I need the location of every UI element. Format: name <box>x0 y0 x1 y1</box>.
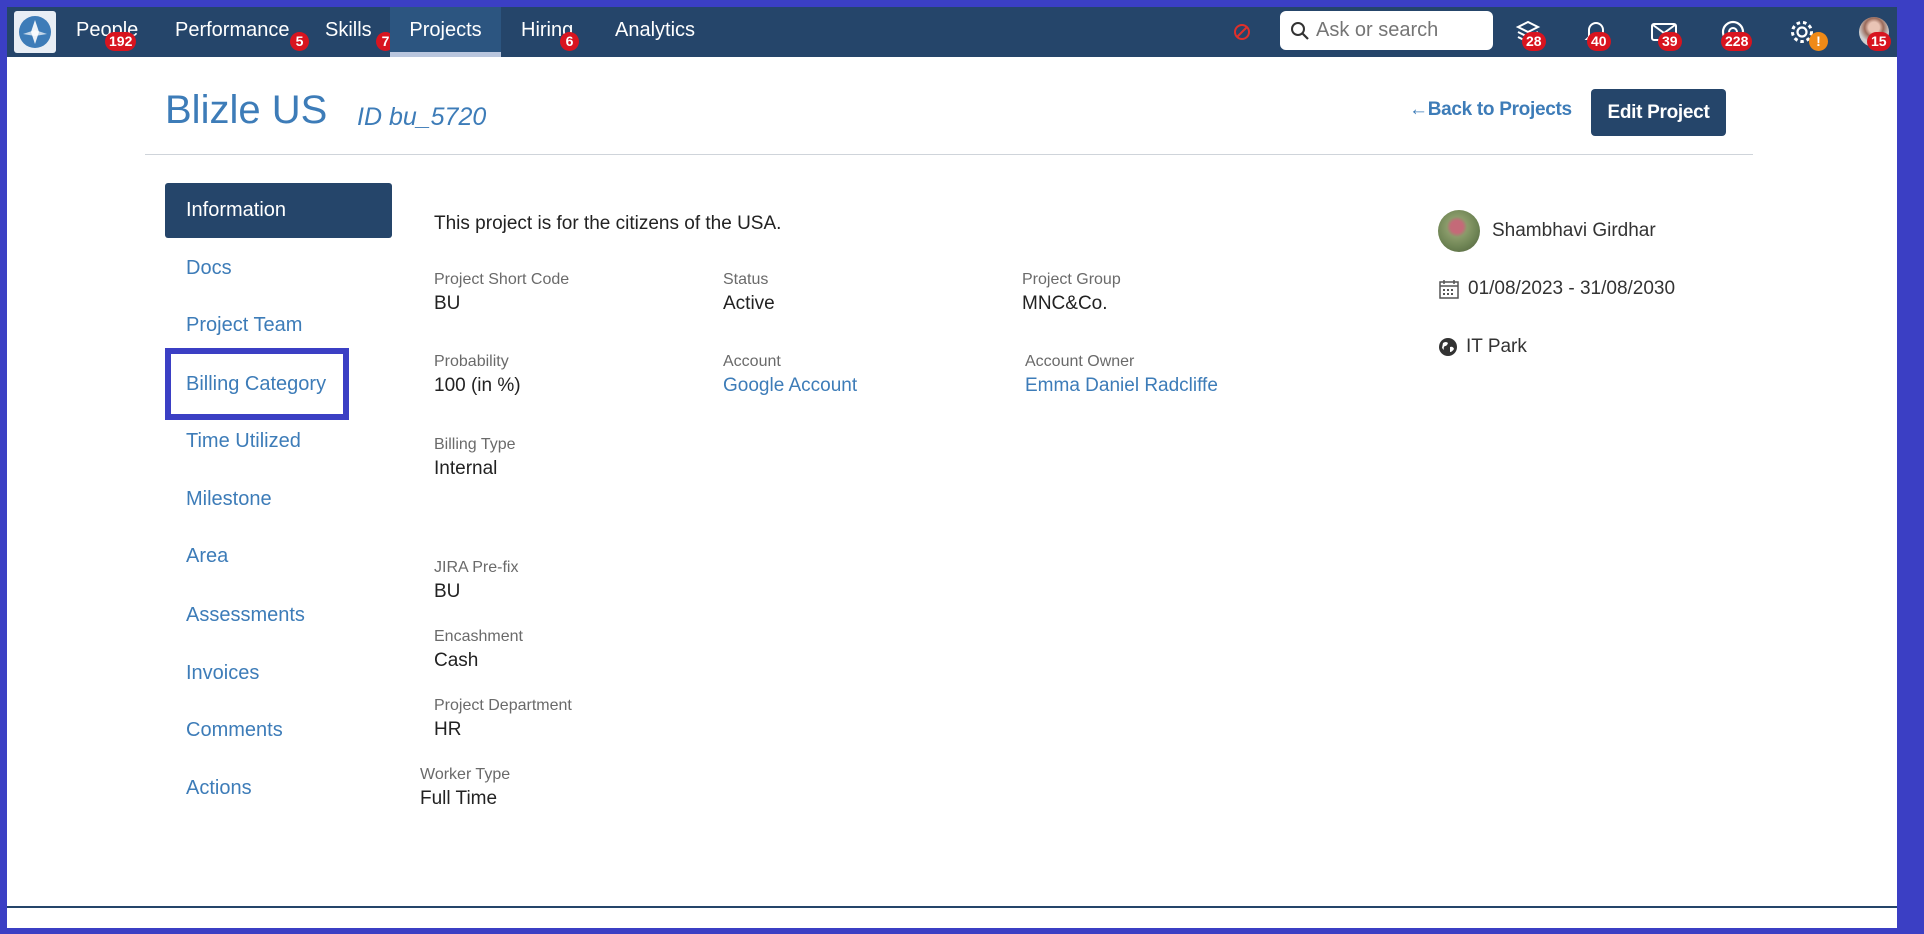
field-label: Encashment <box>434 628 523 645</box>
nav-analytics-label: Analytics <box>615 19 696 41</box>
globe-icon <box>1439 338 1457 356</box>
field-label: Worker Type <box>420 766 511 783</box>
back-to-projects-link[interactable]: ←Back to Projects <box>1409 99 1572 121</box>
bell-badge: 40 <box>1587 32 1611 51</box>
field-label: Status <box>723 271 769 288</box>
app-logo[interactable] <box>14 11 56 53</box>
top-navbar: People 192 Performance 5 Skills 7 Projec… <box>7 7 1897 57</box>
edit-project-button[interactable]: Edit Project <box>1591 89 1726 136</box>
field-label: Project Group <box>1022 271 1121 288</box>
nav-skills-label: Skills <box>325 19 372 41</box>
footer-divider <box>7 906 1897 908</box>
date-range: 01/08/2023 - 31/08/2030 <box>1468 278 1676 299</box>
field-billing-type: Billing Type Internal <box>434 436 516 480</box>
sidebar-item-actions[interactable]: Actions <box>165 761 252 816</box>
search-box[interactable] <box>1280 11 1493 50</box>
account-link[interactable]: Google Account <box>723 375 857 397</box>
sidebar-item-assessments[interactable]: Assessments <box>165 588 305 643</box>
mail-badge: 39 <box>1658 32 1682 51</box>
project-description: This project is for the citizens of the … <box>434 213 782 234</box>
field-encashment: Encashment Cash <box>434 628 523 672</box>
back-link-label: Back to Projects <box>1427 99 1572 120</box>
field-value: Cash <box>434 650 479 671</box>
sidebar-item-docs[interactable]: Docs <box>165 241 232 296</box>
nav-projects-label: Projects <box>409 19 482 41</box>
calendar-icon <box>1439 280 1459 299</box>
field-value: BU <box>434 581 461 602</box>
field-account-owner: Account Owner Emma Daniel Radcliffe <box>1025 353 1218 397</box>
search-input[interactable] <box>1316 19 1486 42</box>
field-label: Project Short Code <box>434 271 570 288</box>
nav-skills[interactable]: Skills <box>325 7 372 57</box>
sidebar-item-milestone[interactable]: Milestone <box>165 472 272 527</box>
field-department: Project Department HR <box>434 697 572 741</box>
field-value: Full Time <box>420 788 498 809</box>
search-icon <box>1291 21 1309 40</box>
nav-people-badge: 192 <box>105 32 137 51</box>
field-label: Project Department <box>434 697 572 714</box>
profile-badge: 15 <box>1867 32 1891 51</box>
nav-analytics[interactable]: Analytics <box>615 7 695 57</box>
back-arrow-icon: ← <box>1409 99 1428 120</box>
nav-projects[interactable]: Projects <box>390 7 501 57</box>
sidebar-item-invoices[interactable]: Invoices <box>165 646 259 701</box>
field-account: Account Google Account <box>723 353 857 397</box>
project-manager: Shambhavi Girdhar <box>1438 210 1656 252</box>
sidebar-item-billing-category[interactable]: Billing Category <box>165 348 349 420</box>
location-name: IT Park <box>1466 336 1527 357</box>
project-location: IT Park <box>1438 336 1527 358</box>
sidebar-item-comments[interactable]: Comments <box>165 703 283 758</box>
account-owner-link[interactable]: Emma Daniel Radcliffe <box>1025 375 1218 397</box>
nav-performance-label: Performance <box>175 19 290 41</box>
field-value: HR <box>434 719 462 740</box>
project-id: ID bu_5720 <box>357 103 487 131</box>
field-short-code: Project Short Code BU <box>434 271 569 315</box>
no-entry-icon[interactable] <box>1225 15 1259 49</box>
support-badge: 228 <box>1721 32 1753 51</box>
header-divider <box>145 154 1753 155</box>
field-label: JIRA Pre-fix <box>434 559 519 576</box>
field-value: Internal <box>434 458 498 479</box>
field-label: Billing Type <box>434 436 516 453</box>
sidebar-item-project-team[interactable]: Project Team <box>165 298 302 353</box>
sidebar-item-area[interactable]: Area <box>165 529 228 584</box>
manager-avatar <box>1438 210 1480 252</box>
page-title: Blizle US <box>165 88 328 132</box>
stack-badge: 28 <box>1522 32 1546 51</box>
field-value: 100 (in %) <box>434 375 521 396</box>
field-label: Account Owner <box>1025 353 1135 370</box>
sidebar-item-time-utilized[interactable]: Time Utilized <box>165 414 301 469</box>
field-worker-type: Worker Type Full Time <box>420 766 510 810</box>
field-project-group: Project Group MNC&Co. <box>1022 271 1121 315</box>
nav-performance[interactable]: Performance <box>175 7 290 57</box>
gear-badge: ! <box>1809 32 1828 51</box>
project-dates: 01/08/2023 - 31/08/2030 <box>1438 278 1675 300</box>
nav-hiring-badge: 6 <box>560 32 579 51</box>
field-value: Active <box>723 293 775 314</box>
field-value: BU <box>434 293 461 314</box>
field-value: MNC&Co. <box>1022 293 1108 314</box>
field-jira-prefix: JIRA Pre-fix BU <box>434 559 518 603</box>
manager-name: Shambhavi Girdhar <box>1492 220 1656 241</box>
field-label: Account <box>723 353 781 370</box>
field-label: Probability <box>434 353 509 370</box>
field-probability: Probability 100 (in %) <box>434 353 521 397</box>
field-status: Status Active <box>723 271 775 315</box>
nav-performance-badge: 5 <box>290 32 309 51</box>
sidebar-item-information[interactable]: Information <box>165 183 392 238</box>
